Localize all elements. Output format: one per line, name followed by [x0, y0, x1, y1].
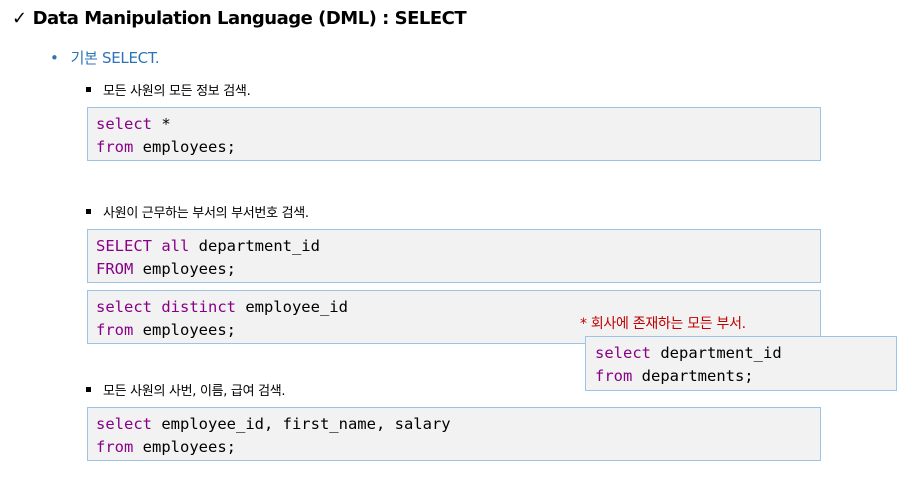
bullet-icon: • — [50, 49, 59, 67]
list-item: 모든 사원의 모든 정보 검색. — [86, 80, 251, 99]
code-text: employees; — [133, 438, 236, 456]
list-item-label: 모든 사원의 모든 정보 검색. — [103, 84, 251, 99]
code-keyword: from — [595, 367, 633, 385]
code-keyword: from — [96, 321, 134, 339]
side-code-block: select department_id from departments; — [585, 336, 897, 391]
code-block: SELECT all department_id FROM employees; — [87, 229, 821, 283]
code-text: employee_id — [235, 298, 348, 316]
code-keyword: select — [96, 115, 152, 133]
code-keyword: select — [96, 415, 152, 433]
checkmark-icon: ✓ — [12, 8, 27, 29]
code-keyword: SELECT all — [96, 237, 190, 255]
code-keyword: select distinct — [96, 298, 236, 316]
code-text: department_id — [651, 344, 782, 362]
code-block: select employee_id, first_name, salary f… — [87, 407, 821, 461]
list-item: 모든 사원의 사번, 이름, 급여 검색. — [86, 380, 286, 399]
code-keyword: select — [595, 344, 651, 362]
code-block: select * from employees; — [87, 107, 821, 161]
code-text: * — [152, 115, 171, 133]
code-text: employees; — [133, 138, 236, 156]
list-item-label: 모든 사원의 사번, 이름, 급여 검색. — [103, 384, 286, 399]
list-item-label: 사원이 근무하는 부서의 부서번호 검색. — [103, 206, 309, 221]
code-keyword: from — [96, 138, 134, 156]
code-text: employees; — [133, 321, 236, 339]
square-bullet-icon — [86, 87, 91, 92]
code-text: employee_id, first_name, salary — [152, 415, 451, 433]
subtitle-text: 기본 SELECT. — [70, 49, 160, 67]
code-text: department_id — [189, 237, 320, 255]
list-item: 사원이 근무하는 부서의 부서번호 검색. — [86, 202, 309, 221]
code-text: employees; — [133, 260, 236, 278]
code-keyword: from — [96, 438, 134, 456]
page-title-text: Data Manipulation Language (DML) : SELEC… — [32, 8, 467, 29]
page-title: ✓ Data Manipulation Language (DML) : SELE… — [12, 8, 467, 29]
square-bullet-icon — [86, 387, 91, 392]
subtitle: • 기본 SELECT. — [50, 47, 160, 68]
code-text: departments; — [632, 367, 754, 385]
square-bullet-icon — [86, 209, 91, 214]
note-text: * 회사에 존재하는 모든 부서. — [580, 316, 746, 332]
code-keyword: FROM — [96, 260, 134, 278]
